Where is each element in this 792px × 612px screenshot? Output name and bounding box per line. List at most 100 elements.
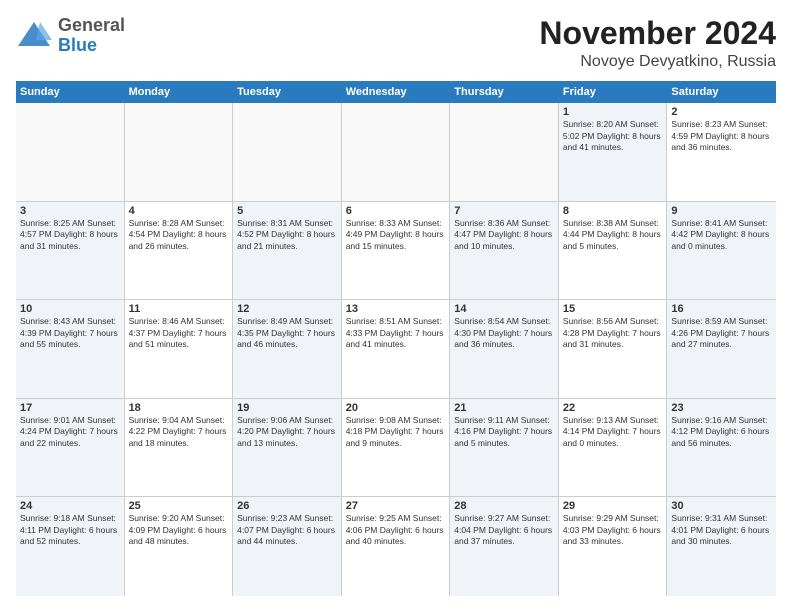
calendar-cell: 9Sunrise: 8:41 AM Sunset: 4:42 PM Daylig… <box>667 202 776 300</box>
calendar-cell: 8Sunrise: 8:38 AM Sunset: 4:44 PM Daylig… <box>559 202 668 300</box>
day-info: Sunrise: 8:51 AM Sunset: 4:33 PM Dayligh… <box>346 316 446 350</box>
day-info: Sunrise: 8:46 AM Sunset: 4:37 PM Dayligh… <box>129 316 229 350</box>
day-info: Sunrise: 9:01 AM Sunset: 4:24 PM Dayligh… <box>20 415 120 449</box>
day-number: 14 <box>454 303 554 315</box>
calendar-cell: 18Sunrise: 9:04 AM Sunset: 4:22 PM Dayli… <box>125 399 234 497</box>
day-number: 26 <box>237 500 337 512</box>
day-number: 23 <box>671 402 772 414</box>
month-title: November 2024 <box>539 16 776 51</box>
day-number: 27 <box>346 500 446 512</box>
calendar-cell: 30Sunrise: 9:31 AM Sunset: 4:01 PM Dayli… <box>667 497 776 596</box>
day-info: Sunrise: 8:36 AM Sunset: 4:47 PM Dayligh… <box>454 218 554 252</box>
title-section: November 2024 Novoye Devyatkino, Russia <box>539 16 776 71</box>
calendar-cell: 14Sunrise: 8:54 AM Sunset: 4:30 PM Dayli… <box>450 300 559 398</box>
logo: General Blue <box>16 16 125 56</box>
day-number: 29 <box>563 500 663 512</box>
day-info: Sunrise: 8:20 AM Sunset: 5:02 PM Dayligh… <box>563 119 663 153</box>
day-number: 28 <box>454 500 554 512</box>
calendar-header-cell: Saturday <box>667 81 776 103</box>
day-info: Sunrise: 8:23 AM Sunset: 4:59 PM Dayligh… <box>671 119 772 153</box>
calendar-cell: 25Sunrise: 9:20 AM Sunset: 4:09 PM Dayli… <box>125 497 234 596</box>
day-info: Sunrise: 9:04 AM Sunset: 4:22 PM Dayligh… <box>129 415 229 449</box>
calendar-cell: 15Sunrise: 8:56 AM Sunset: 4:28 PM Dayli… <box>559 300 668 398</box>
calendar-cell: 6Sunrise: 8:33 AM Sunset: 4:49 PM Daylig… <box>342 202 451 300</box>
calendar-header-cell: Tuesday <box>233 81 342 103</box>
day-number: 6 <box>346 205 446 217</box>
day-info: Sunrise: 9:25 AM Sunset: 4:06 PM Dayligh… <box>346 513 446 547</box>
calendar-cell <box>342 103 451 201</box>
day-info: Sunrise: 8:41 AM Sunset: 4:42 PM Dayligh… <box>671 218 772 252</box>
day-number: 17 <box>20 402 120 414</box>
calendar-cell: 27Sunrise: 9:25 AM Sunset: 4:06 PM Dayli… <box>342 497 451 596</box>
day-number: 13 <box>346 303 446 315</box>
calendar-cell: 4Sunrise: 8:28 AM Sunset: 4:54 PM Daylig… <box>125 202 234 300</box>
day-number: 21 <box>454 402 554 414</box>
day-info: Sunrise: 8:43 AM Sunset: 4:39 PM Dayligh… <box>20 316 120 350</box>
day-info: Sunrise: 9:18 AM Sunset: 4:11 PM Dayligh… <box>20 513 120 547</box>
calendar-cell: 21Sunrise: 9:11 AM Sunset: 4:16 PM Dayli… <box>450 399 559 497</box>
day-number: 25 <box>129 500 229 512</box>
day-number: 4 <box>129 205 229 217</box>
day-number: 16 <box>671 303 772 315</box>
calendar-header-cell: Thursday <box>450 81 559 103</box>
calendar-header: SundayMondayTuesdayWednesdayThursdayFrid… <box>16 81 776 103</box>
day-info: Sunrise: 8:49 AM Sunset: 4:35 PM Dayligh… <box>237 316 337 350</box>
calendar-cell: 12Sunrise: 8:49 AM Sunset: 4:35 PM Dayli… <box>233 300 342 398</box>
day-info: Sunrise: 8:59 AM Sunset: 4:26 PM Dayligh… <box>671 316 772 350</box>
calendar-cell: 10Sunrise: 8:43 AM Sunset: 4:39 PM Dayli… <box>16 300 125 398</box>
day-number: 11 <box>129 303 229 315</box>
calendar-cell: 17Sunrise: 9:01 AM Sunset: 4:24 PM Dayli… <box>16 399 125 497</box>
calendar-cell: 29Sunrise: 9:29 AM Sunset: 4:03 PM Dayli… <box>559 497 668 596</box>
calendar-cell: 1Sunrise: 8:20 AM Sunset: 5:02 PM Daylig… <box>559 103 668 201</box>
day-number: 20 <box>346 402 446 414</box>
calendar-cell: 28Sunrise: 9:27 AM Sunset: 4:04 PM Dayli… <box>450 497 559 596</box>
logo-icon <box>16 18 52 54</box>
calendar-cell <box>450 103 559 201</box>
calendar-header-cell: Wednesday <box>342 81 451 103</box>
day-number: 22 <box>563 402 663 414</box>
day-number: 30 <box>671 500 772 512</box>
day-number: 19 <box>237 402 337 414</box>
day-info: Sunrise: 8:33 AM Sunset: 4:49 PM Dayligh… <box>346 218 446 252</box>
logo-text: General Blue <box>58 16 125 56</box>
day-info: Sunrise: 8:38 AM Sunset: 4:44 PM Dayligh… <box>563 218 663 252</box>
day-info: Sunrise: 8:54 AM Sunset: 4:30 PM Dayligh… <box>454 316 554 350</box>
calendar-cell <box>125 103 234 201</box>
logo-line2: Blue <box>58 36 125 56</box>
day-number: 8 <box>563 205 663 217</box>
calendar-week: 10Sunrise: 8:43 AM Sunset: 4:39 PM Dayli… <box>16 300 776 399</box>
day-number: 2 <box>671 106 772 118</box>
calendar-cell: 11Sunrise: 8:46 AM Sunset: 4:37 PM Dayli… <box>125 300 234 398</box>
calendar-cell: 16Sunrise: 8:59 AM Sunset: 4:26 PM Dayli… <box>667 300 776 398</box>
calendar-week: 1Sunrise: 8:20 AM Sunset: 5:02 PM Daylig… <box>16 103 776 202</box>
day-info: Sunrise: 8:25 AM Sunset: 4:57 PM Dayligh… <box>20 218 120 252</box>
day-info: Sunrise: 8:28 AM Sunset: 4:54 PM Dayligh… <box>129 218 229 252</box>
calendar-header-cell: Monday <box>125 81 234 103</box>
day-info: Sunrise: 9:29 AM Sunset: 4:03 PM Dayligh… <box>563 513 663 547</box>
calendar-week: 17Sunrise: 9:01 AM Sunset: 4:24 PM Dayli… <box>16 399 776 498</box>
calendar-header-cell: Friday <box>559 81 668 103</box>
day-info: Sunrise: 9:08 AM Sunset: 4:18 PM Dayligh… <box>346 415 446 449</box>
calendar-cell: 5Sunrise: 8:31 AM Sunset: 4:52 PM Daylig… <box>233 202 342 300</box>
day-info: Sunrise: 9:20 AM Sunset: 4:09 PM Dayligh… <box>129 513 229 547</box>
calendar-cell: 2Sunrise: 8:23 AM Sunset: 4:59 PM Daylig… <box>667 103 776 201</box>
day-info: Sunrise: 8:31 AM Sunset: 4:52 PM Dayligh… <box>237 218 337 252</box>
day-info: Sunrise: 9:11 AM Sunset: 4:16 PM Dayligh… <box>454 415 554 449</box>
day-info: Sunrise: 9:31 AM Sunset: 4:01 PM Dayligh… <box>671 513 772 547</box>
location: Novoye Devyatkino, Russia <box>539 53 776 71</box>
calendar-cell: 19Sunrise: 9:06 AM Sunset: 4:20 PM Dayli… <box>233 399 342 497</box>
calendar-cell <box>233 103 342 201</box>
calendar-cell: 3Sunrise: 8:25 AM Sunset: 4:57 PM Daylig… <box>16 202 125 300</box>
page: General Blue November 2024 Novoye Devyat… <box>0 0 792 612</box>
day-number: 24 <box>20 500 120 512</box>
day-number: 7 <box>454 205 554 217</box>
day-info: Sunrise: 8:56 AM Sunset: 4:28 PM Dayligh… <box>563 316 663 350</box>
day-info: Sunrise: 9:06 AM Sunset: 4:20 PM Dayligh… <box>237 415 337 449</box>
calendar-week: 3Sunrise: 8:25 AM Sunset: 4:57 PM Daylig… <box>16 202 776 301</box>
day-number: 5 <box>237 205 337 217</box>
calendar-cell: 20Sunrise: 9:08 AM Sunset: 4:18 PM Dayli… <box>342 399 451 497</box>
calendar-cell: 13Sunrise: 8:51 AM Sunset: 4:33 PM Dayli… <box>342 300 451 398</box>
day-number: 9 <box>671 205 772 217</box>
logo-line1: General <box>58 16 125 36</box>
calendar-cell: 26Sunrise: 9:23 AM Sunset: 4:07 PM Dayli… <box>233 497 342 596</box>
